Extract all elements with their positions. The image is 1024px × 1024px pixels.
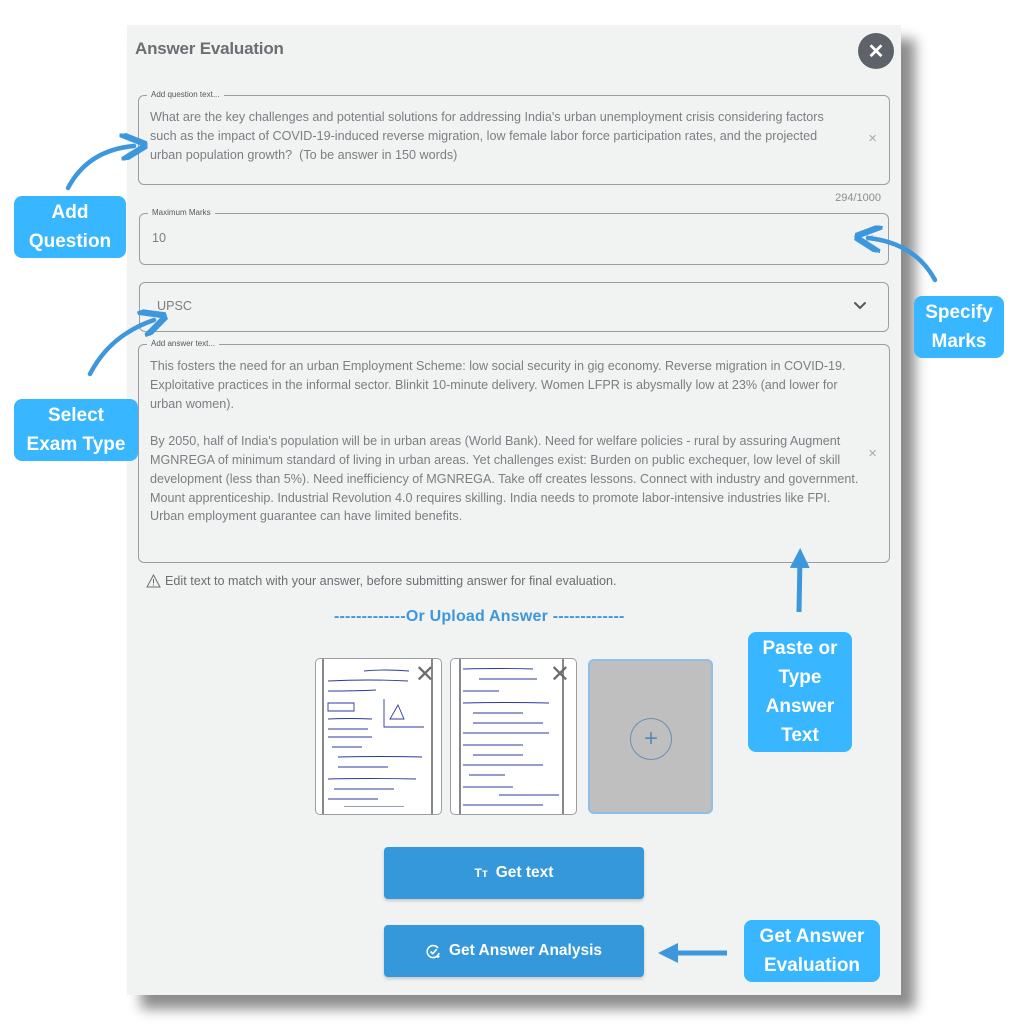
- upload-divider: -------------Or Upload Answer ----------…: [334, 608, 625, 625]
- answer-label: Add answer text...: [147, 338, 220, 350]
- question-text[interactable]: What are the key challenges and potentia…: [150, 108, 850, 165]
- maximum-marks-field[interactable]: Maximum Marks 10 ×: [139, 207, 889, 265]
- handwritten-page-image: [327, 669, 424, 807]
- get-answer-analysis-button[interactable]: Get Answer Analysis: [384, 925, 644, 977]
- answer-evaluation-dialog: Answer Evaluation ✕ Add question text...…: [127, 25, 901, 995]
- question-textarea[interactable]: Add question text... What are the key ch…: [138, 89, 890, 185]
- arrow-to-question: [65, 146, 134, 191]
- callout-add-question: Add Question: [14, 196, 126, 258]
- warning-icon: [146, 574, 161, 588]
- handwritten-page-image: [462, 668, 559, 806]
- get-text-button[interactable]: Tт Get text: [384, 847, 644, 899]
- character-counter: 294/1000: [835, 192, 881, 204]
- close-button[interactable]: ✕: [858, 33, 894, 69]
- question-label: Add question text...: [147, 89, 224, 101]
- get-answer-analysis-label: Get Answer Analysis: [448, 942, 603, 959]
- clear-marks-icon[interactable]: ×: [865, 230, 874, 247]
- uploaded-image-thumbnail[interactable]: ✕: [315, 658, 442, 815]
- callout-specify-marks: Specify Marks: [914, 296, 1004, 358]
- exam-type-value: UPSC: [157, 299, 192, 313]
- dialog-title: Answer Evaluation: [135, 39, 284, 58]
- remove-image-icon[interactable]: ✕: [415, 663, 435, 687]
- marks-value[interactable]: 10: [152, 229, 166, 248]
- plus-icon: +: [630, 718, 672, 760]
- warning-text: Edit text to match with your answer, bef…: [165, 574, 617, 588]
- close-icon: ✕: [867, 40, 885, 63]
- callout-get-evaluation: Get Answer Evaluation: [744, 920, 880, 982]
- remove-image-icon[interactable]: ✕: [550, 663, 570, 687]
- get-text-label: Get text: [495, 864, 554, 881]
- clear-question-icon[interactable]: ×: [868, 130, 877, 147]
- answer-textarea[interactable]: Add answer text... This fosters the need…: [138, 338, 890, 563]
- callout-specify-marks-text: Specify Marks: [925, 302, 993, 352]
- callout-select-exam-type: Select Exam Type: [14, 399, 138, 461]
- edit-warning: Edit text to match with your answer, bef…: [146, 574, 617, 588]
- callout-add-question-text: Add Question: [28, 202, 112, 252]
- chevron-down-icon: [854, 302, 866, 310]
- text-recognition-icon: Tт: [474, 866, 488, 880]
- callout-get-evaluation-text: Get Answer Evaluation: [759, 926, 865, 976]
- clear-answer-icon[interactable]: ×: [868, 445, 877, 462]
- uploaded-image-thumbnail[interactable]: ✕: [450, 658, 577, 815]
- callout-paste-answer-text: Paste or Type Answer Text: [762, 638, 838, 746]
- add-image-button[interactable]: +: [588, 659, 713, 814]
- analysis-check-icon: [426, 944, 440, 958]
- answer-text[interactable]: This fosters the need for an urban Emplo…: [150, 357, 860, 526]
- marks-label: Maximum Marks: [148, 207, 215, 219]
- exam-type-select[interactable]: UPSC: [139, 282, 889, 332]
- callout-select-exam-text: Select Exam Type: [26, 405, 126, 455]
- callout-paste-answer: Paste or Type Answer Text: [748, 632, 852, 752]
